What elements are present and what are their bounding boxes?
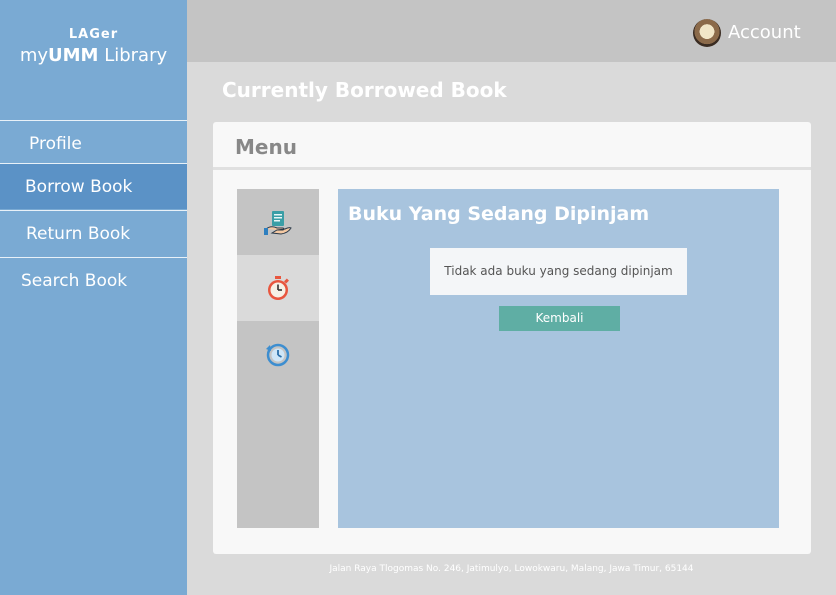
menu-tabs — [237, 189, 319, 528]
borrow-book-icon — [264, 211, 292, 235]
empty-state-message: Tidak ada buku yang sedang dipinjam — [430, 248, 687, 295]
sidebar: LAGer myUMM Library Profile Borrow Book … — [0, 0, 187, 595]
app-logo[interactable]: LAGer myUMM Library — [0, 28, 187, 68]
avatar[interactable] — [693, 19, 721, 47]
back-button[interactable]: Kembali — [499, 306, 620, 331]
page-title: Currently Borrowed Book — [222, 78, 507, 102]
panel-title: Buku Yang Sedang Dipinjam — [348, 203, 650, 225]
tab-borrowed-timer[interactable] — [237, 255, 319, 321]
sidebar-item-label: Borrow Book — [25, 177, 133, 197]
stopwatch-icon — [268, 276, 289, 300]
sidebar-item-return-book[interactable]: Return Book — [0, 210, 187, 256]
sidebar-item-label: Search Book — [21, 271, 128, 291]
logo-small-text: LAGer — [68, 27, 119, 42]
sidebar-item-borrow-book[interactable]: Borrow Book — [0, 163, 187, 209]
borrowed-books-panel: Buku Yang Sedang Dipinjam Tidak ada buku… — [338, 189, 779, 528]
sidebar-item-label: Return Book — [26, 224, 131, 244]
tab-history[interactable] — [237, 321, 319, 387]
account-link[interactable]: Account — [728, 20, 801, 46]
logo-main-text: myUMM Library — [19, 45, 168, 66]
sidebar-item-search-book[interactable]: Search Book — [0, 257, 187, 303]
tab-borrow-book[interactable] — [237, 189, 319, 255]
card-header-label: Menu — [235, 135, 297, 159]
sidebar-item-profile[interactable]: Profile — [0, 120, 187, 166]
sidebar-item-label: Profile — [29, 134, 82, 154]
card-header: Menu — [213, 122, 811, 170]
footer-address: Jalan Raya Tlogomas No. 246, Jatimulyo, … — [329, 564, 694, 574]
history-icon — [266, 343, 290, 367]
